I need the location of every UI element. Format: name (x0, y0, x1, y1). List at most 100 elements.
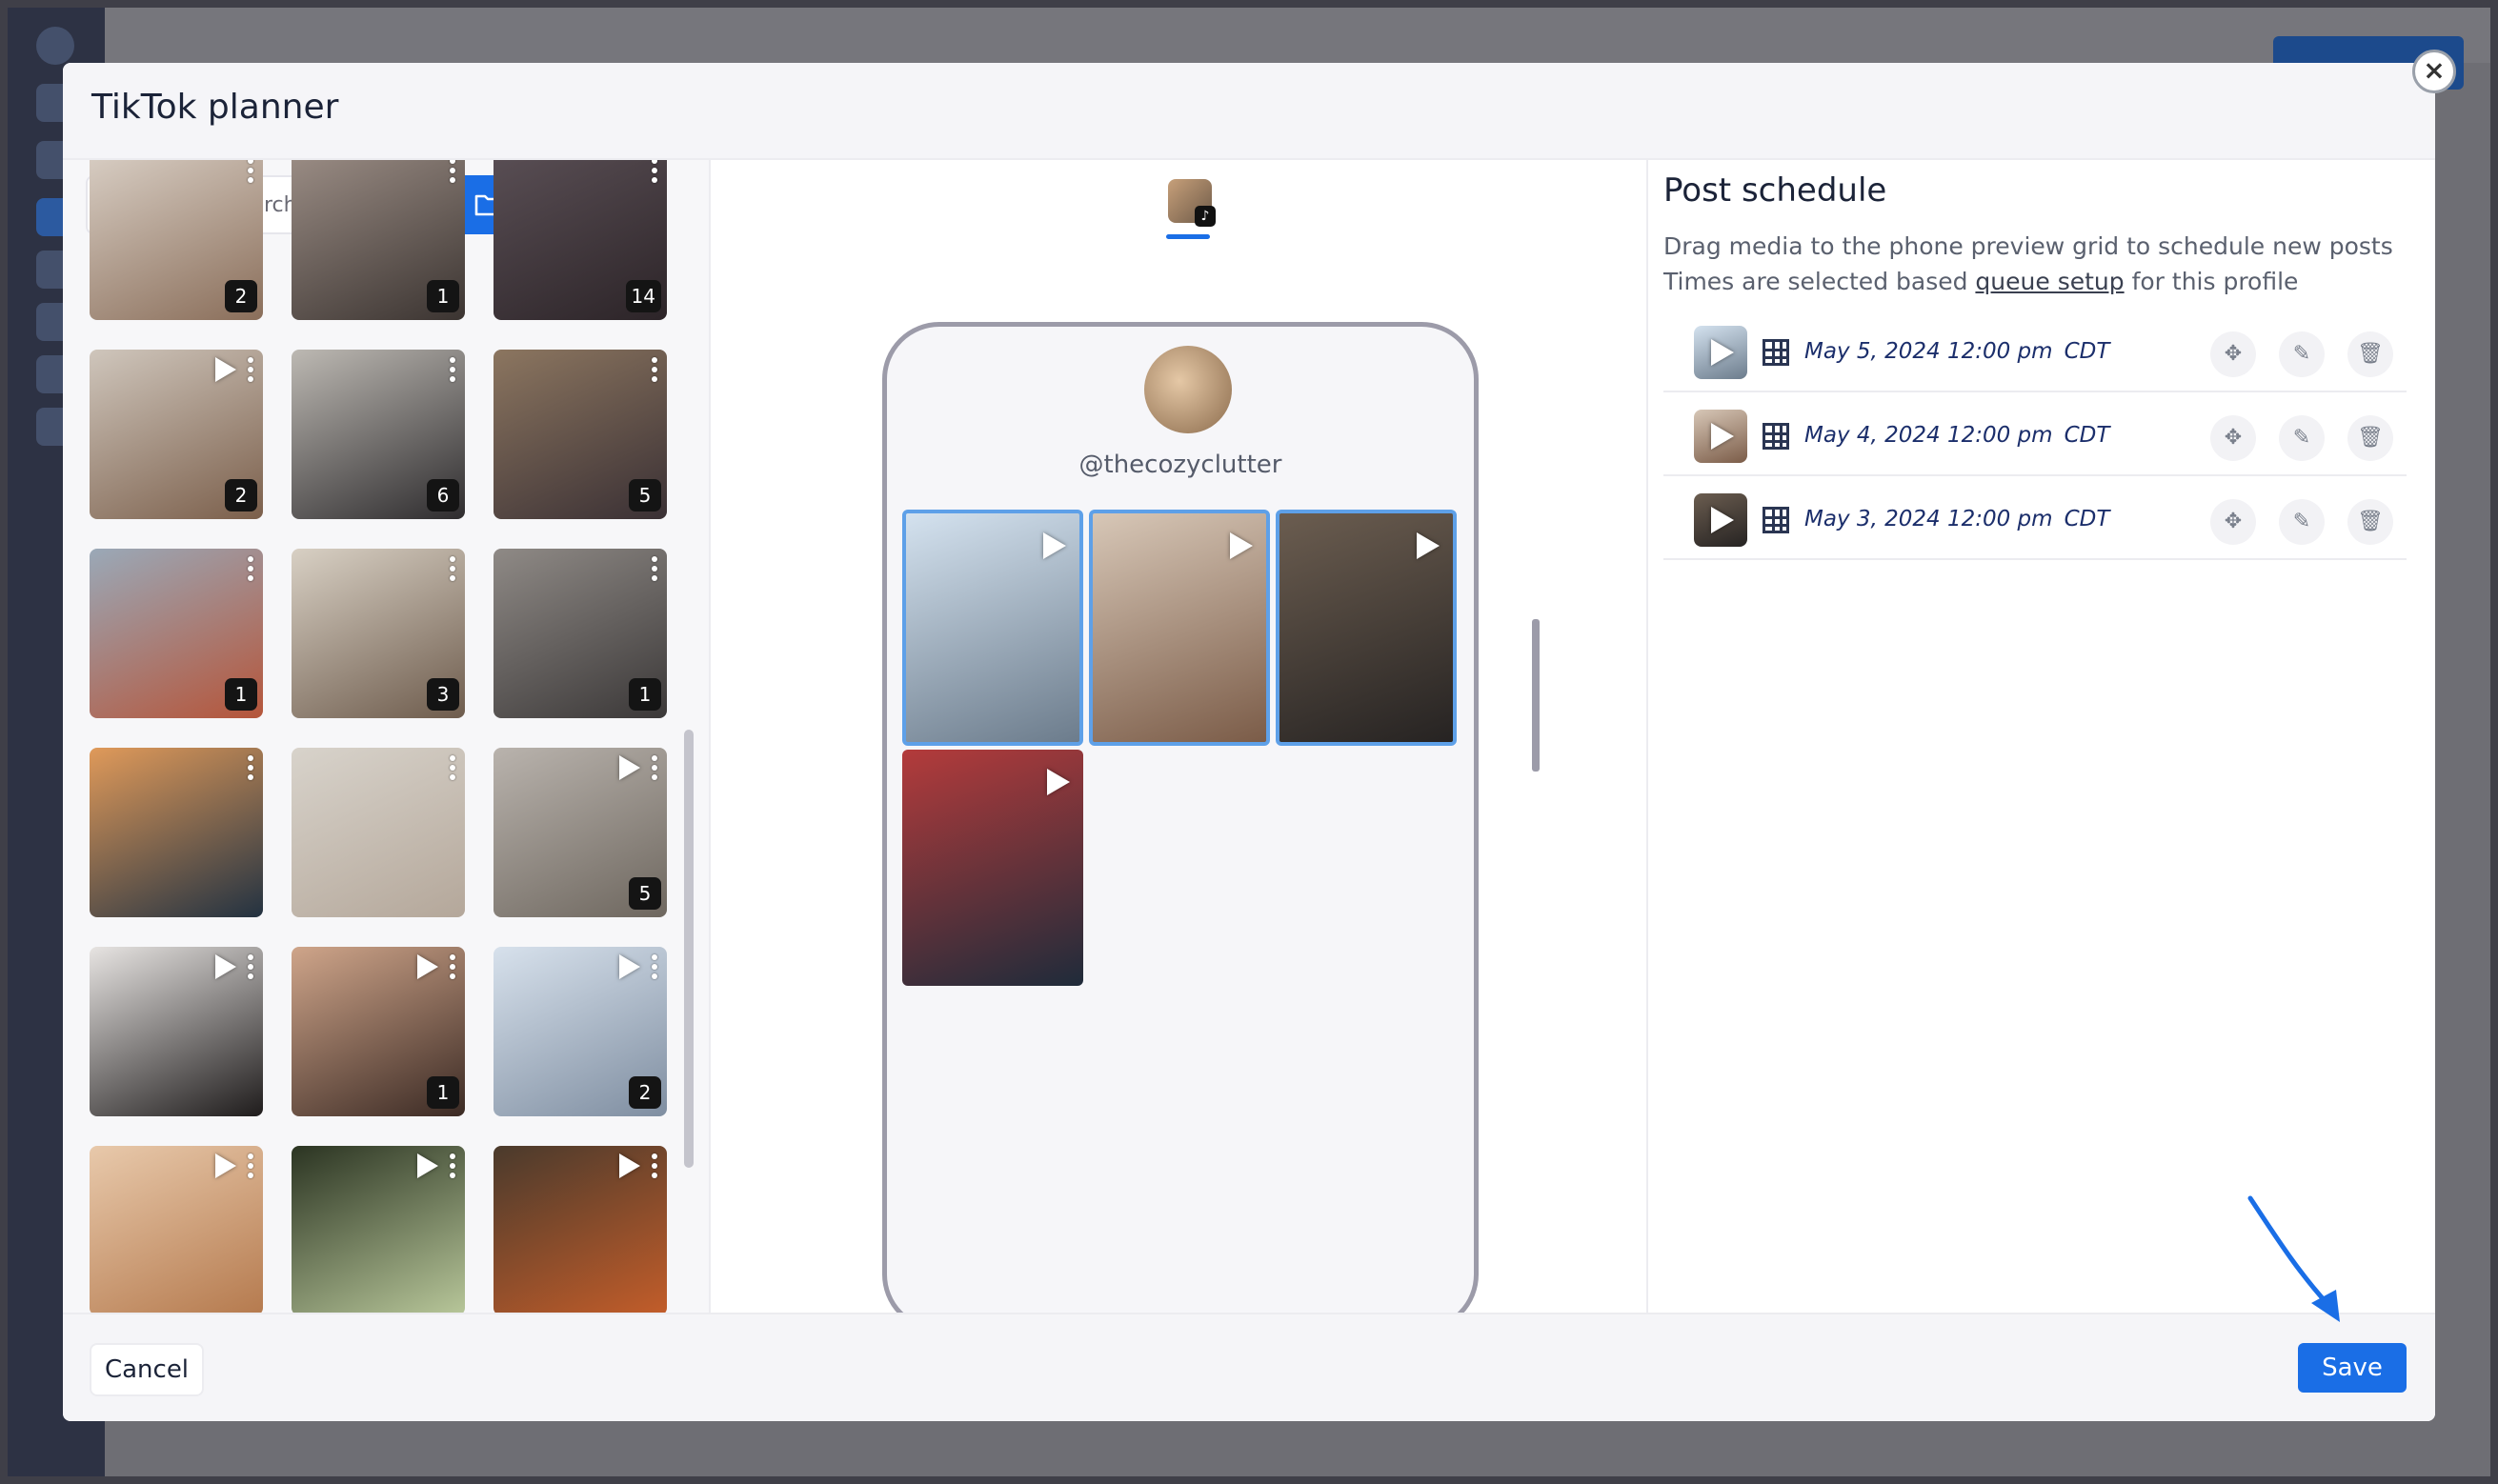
play-icon (1711, 507, 1734, 533)
media-tile[interactable]: 2 (90, 350, 263, 519)
delete-icon[interactable]: 🗑 (2347, 331, 2393, 377)
schedule-description-text: for this profile (2124, 268, 2299, 295)
media-tile[interactable]: 2 (90, 160, 263, 320)
delete-icon[interactable]: 🗑 (2347, 415, 2393, 461)
more-options-icon[interactable] (450, 357, 457, 386)
usage-count-badge: 1 (225, 678, 257, 711)
schedule-timezone: CDT (2064, 339, 2110, 364)
tiktok-profile-tab[interactable]: ♪ (1168, 179, 1216, 227)
schedule-datetime: May 5, 2024 12:00 pm CDT (1804, 339, 2109, 364)
schedule-row: May 5, 2024 12:00 pm CDT ✥ ✎ 🗑 (1663, 312, 2407, 392)
play-icon (1711, 423, 1734, 450)
play-icon (1417, 532, 1440, 559)
more-options-icon[interactable] (652, 357, 659, 386)
usage-count-badge: 1 (629, 678, 661, 711)
usage-count-badge: 1 (427, 1076, 459, 1109)
schedule-date: May 4, 2024 12:00 pm (1804, 423, 2053, 448)
background-topbar (105, 8, 2490, 63)
media-tile[interactable] (90, 1146, 263, 1313)
play-icon (1711, 339, 1734, 366)
play-icon (215, 357, 236, 382)
more-options-icon[interactable] (652, 755, 659, 784)
move-icon[interactable]: ✥ (2210, 499, 2256, 545)
usage-count-badge: 2 (629, 1076, 661, 1109)
usage-count-badge: 6 (427, 479, 459, 511)
more-options-icon[interactable] (450, 954, 457, 983)
more-options-icon[interactable] (248, 556, 255, 585)
more-options-icon[interactable] (450, 556, 457, 585)
edit-icon[interactable]: ✎ (2279, 331, 2325, 377)
annotation-arrow (2247, 1195, 2340, 1322)
delete-icon[interactable]: 🗑 (2347, 499, 2393, 545)
more-options-icon[interactable] (450, 1153, 457, 1182)
media-tile[interactable] (292, 748, 465, 917)
profile-tab-indicator (1166, 234, 1210, 239)
more-options-icon[interactable] (248, 954, 255, 983)
modal-title: TikTok planner (91, 88, 339, 127)
media-tile[interactable]: 6 (292, 350, 465, 519)
media-tile[interactable]: 1 (292, 947, 465, 1116)
media-scrollbar[interactable] (684, 730, 694, 1168)
queue-setup-link[interactable]: queue setup (1975, 268, 2124, 295)
usage-count-badge: 1 (427, 280, 459, 312)
media-tile[interactable] (90, 748, 263, 917)
media-tile[interactable]: 14 (494, 160, 667, 320)
schedule-title: Post schedule (1663, 171, 1887, 210)
media-tile[interactable] (292, 1146, 465, 1313)
tiktok-planner-modal: TikTok planner ☆ 2 + 2114265131512 ♪ (63, 63, 2435, 1421)
schedule-description: Drag media to the phone preview grid to … (1663, 229, 2416, 299)
edit-icon[interactable]: ✎ (2279, 415, 2325, 461)
edit-icon[interactable]: ✎ (2279, 499, 2325, 545)
play-icon (619, 954, 640, 979)
media-tile[interactable]: 5 (494, 350, 667, 519)
media-tile[interactable]: 1 (90, 549, 263, 718)
schedule-thumbnail (1694, 326, 1747, 379)
move-icon[interactable]: ✥ (2210, 415, 2256, 461)
more-options-icon[interactable] (450, 160, 457, 187)
more-options-icon[interactable] (248, 1153, 255, 1182)
media-tile[interactable] (90, 947, 263, 1116)
more-options-icon[interactable] (248, 160, 255, 187)
more-options-icon[interactable] (248, 357, 255, 386)
phone-post-tile[interactable] (902, 750, 1083, 986)
more-options-icon[interactable] (652, 954, 659, 983)
schedule-description-text: Times are selected based (1663, 268, 1976, 295)
schedule-datetime: May 4, 2024 12:00 pm CDT (1804, 423, 2109, 448)
play-icon (215, 954, 236, 979)
grid-icon (1763, 423, 1789, 450)
more-options-icon[interactable] (652, 556, 659, 585)
usage-count-badge: 3 (427, 678, 459, 711)
media-tile[interactable] (494, 1146, 667, 1313)
phone-side-button (1532, 619, 1540, 772)
phone-preview-panel: ♪ @thecozyclutter (713, 160, 1648, 1332)
play-icon (619, 1153, 640, 1178)
usage-count-badge: 2 (225, 479, 257, 511)
phone-post-tile[interactable] (1089, 510, 1270, 746)
more-options-icon[interactable] (450, 755, 457, 784)
usage-count-badge: 2 (225, 280, 257, 312)
media-tile[interactable]: 3 (292, 549, 465, 718)
grid-icon (1763, 507, 1789, 533)
more-options-icon[interactable] (652, 1153, 659, 1182)
cancel-button[interactable]: Cancel (90, 1343, 204, 1396)
media-tile[interactable]: 1 (494, 549, 667, 718)
play-icon (1043, 532, 1066, 559)
more-options-icon[interactable] (248, 755, 255, 784)
phone-post-tile[interactable] (1276, 510, 1457, 746)
close-icon[interactable]: × (2412, 50, 2456, 93)
save-button[interactable]: Save (2298, 1343, 2407, 1393)
phone-post-tile[interactable] (902, 510, 1083, 746)
media-tile[interactable]: 5 (494, 748, 667, 917)
more-options-icon[interactable] (652, 160, 659, 187)
play-icon (1230, 532, 1253, 559)
modal-footer: Cancel Save (63, 1313, 2435, 1421)
move-icon[interactable]: ✥ (2210, 331, 2256, 377)
schedule-timezone: CDT (2064, 423, 2110, 448)
media-tile[interactable]: 2 (494, 947, 667, 1116)
play-icon (417, 1153, 438, 1178)
schedule-row: May 4, 2024 12:00 pm CDT ✥ ✎ 🗑 (1663, 396, 2407, 476)
modal-header: TikTok planner (63, 63, 2435, 160)
usage-count-badge: 14 (625, 280, 661, 312)
media-tile[interactable]: 1 (292, 160, 465, 320)
profile-avatar (1144, 346, 1232, 433)
